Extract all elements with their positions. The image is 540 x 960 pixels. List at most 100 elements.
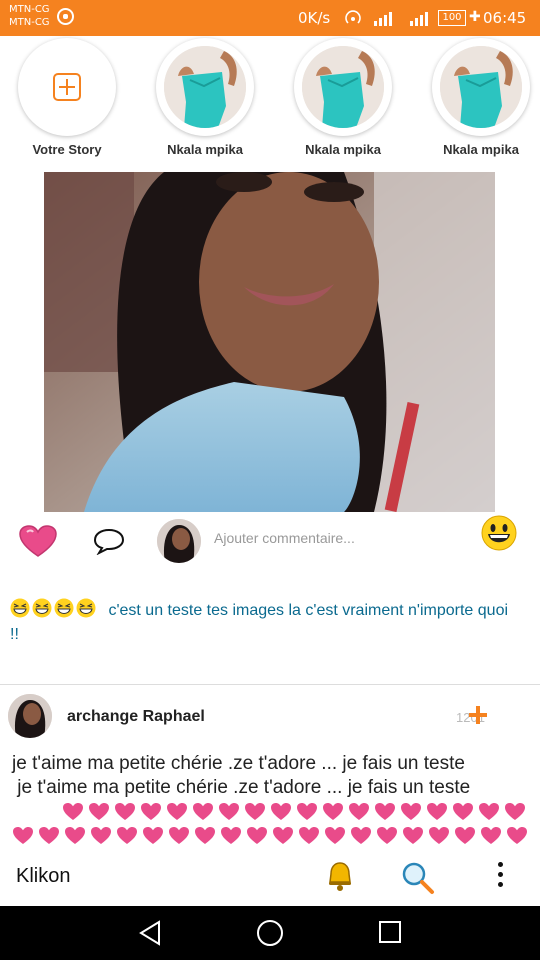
story-image (164, 46, 246, 128)
heart-emoji-icon (219, 803, 239, 820)
grinning-squint-icon (32, 598, 52, 618)
post-caption: c'est un teste tes images la c'est vraim… (10, 598, 510, 647)
add-story-ring[interactable] (18, 38, 116, 136)
heart-emoji-icon (351, 827, 371, 844)
battery-icon: 100 (438, 10, 466, 26)
story-thumbnail[interactable] (302, 46, 384, 128)
post-image (44, 172, 495, 512)
plus-square-icon[interactable] (53, 73, 81, 101)
app-toolbar: Klikon (0, 848, 540, 906)
heart-emoji-icon (221, 827, 241, 844)
heart-emoji-icon (169, 827, 189, 844)
carrier-2: MTN-CG (9, 17, 50, 28)
heart-emoji-icon (453, 803, 473, 820)
carrier-names: MTN-CG MTN-CG (9, 3, 50, 29)
author-avatar[interactable] (8, 694, 52, 738)
grinning-squint-icon (76, 598, 96, 618)
home-icon[interactable] (257, 920, 283, 946)
heart-emoji-icon (401, 803, 421, 820)
network-speed: 0K/s (298, 9, 331, 27)
grinning-squint-icon (10, 598, 30, 618)
avatar (157, 519, 201, 563)
heart-emoji-icon (115, 803, 135, 820)
story-item[interactable]: Nkala mpika (288, 38, 398, 157)
heart-emoji-icon (247, 827, 267, 844)
heart-emoji-icon (193, 803, 213, 820)
heart-emoji-icon (91, 827, 111, 844)
post-actions (0, 515, 540, 565)
heart-emoji-icon (349, 803, 369, 820)
heart-emoji-icon (325, 827, 345, 844)
heart-emoji-icon (505, 803, 525, 820)
more-vertical-icon[interactable] (494, 862, 506, 892)
heart-emoji-icon (117, 827, 137, 844)
system-nav-bar (0, 906, 540, 960)
story-item[interactable]: Nkala mpika (426, 38, 536, 157)
heart-emoji-icon (271, 803, 291, 820)
heart-emoji-icon (65, 827, 85, 844)
hotspot-icon (345, 10, 361, 24)
story-ring[interactable] (432, 38, 530, 136)
add-story-button[interactable]: Votre Story (12, 38, 122, 157)
author-name[interactable]: archange Raphael (67, 708, 205, 726)
story-image (440, 46, 522, 128)
whatsapp-icon (57, 8, 74, 25)
heart-emoji-icon (323, 803, 343, 820)
heart-emoji-icon (299, 827, 319, 844)
heart-emoji-icon (143, 827, 163, 844)
heart-emoji-icon (429, 827, 449, 844)
search-icon[interactable] (401, 861, 435, 895)
story-label: Nkala mpika (167, 142, 243, 157)
heart-emoji-icon (455, 827, 475, 844)
grinning-face-icon[interactable] (481, 515, 517, 551)
post-photo[interactable] (44, 172, 495, 512)
heart-emoji-icon (403, 827, 423, 844)
heart-emoji-icon (377, 827, 397, 844)
story-thumbnail[interactable] (164, 46, 246, 128)
heart-emoji-icon (89, 803, 109, 820)
avatar-image (8, 694, 52, 738)
heart-emoji-icon (167, 803, 187, 820)
heart-icon[interactable] (18, 524, 58, 558)
recent-apps-icon[interactable] (379, 921, 401, 943)
heart-emoji-icon (427, 803, 447, 820)
heart-emoji-icon (273, 827, 293, 844)
heart-emoji-icon (375, 803, 395, 820)
status-bar: MTN-CG MTN-CG 0K/s 100 ✚ 06:45 (0, 0, 540, 36)
add-icon[interactable] (469, 706, 487, 724)
heart-emoji-icon (507, 827, 527, 844)
avatar-image (157, 519, 201, 563)
story-ring[interactable] (156, 38, 254, 136)
heart-emoji-icon (13, 827, 33, 844)
heart-emoji-icon (297, 803, 317, 820)
clock: 06:45 (483, 9, 527, 27)
story-item[interactable]: Nkala mpika (150, 38, 260, 157)
story-image (302, 46, 384, 128)
heart-emoji-icon (195, 827, 215, 844)
heart-row (62, 802, 526, 821)
carrier-1: MTN-CG (9, 4, 50, 15)
heart-row (12, 826, 528, 845)
grinning-squint-icon (54, 598, 74, 618)
bell-icon[interactable] (325, 860, 355, 892)
heart-emoji-icon (141, 803, 161, 820)
story-label: Votre Story (32, 142, 102, 157)
speech-bubble-icon[interactable] (92, 527, 126, 555)
heart-emoji-icon (39, 827, 59, 844)
app-brand: Klikon (16, 865, 71, 887)
charging-icon: ✚ (469, 8, 481, 24)
heart-emoji-icon (481, 827, 501, 844)
post-text: je t'aime ma petite chérie .ze t'adore .… (12, 753, 471, 798)
comment-input[interactable] (214, 527, 464, 549)
story-thumbnail[interactable] (440, 46, 522, 128)
story-label: Nkala mpika (443, 142, 519, 157)
story-ring[interactable] (294, 38, 392, 136)
heart-emoji-icon (479, 803, 499, 820)
stories-row: Votre Story Nkala mpika Nkala mpika Nkal… (0, 36, 540, 166)
heart-emoji-icon (63, 803, 83, 820)
story-label: Nkala mpika (305, 142, 381, 157)
back-icon[interactable] (138, 920, 162, 946)
signal-icons (344, 10, 438, 26)
divider (0, 684, 540, 685)
heart-emoji-icon (245, 803, 265, 820)
